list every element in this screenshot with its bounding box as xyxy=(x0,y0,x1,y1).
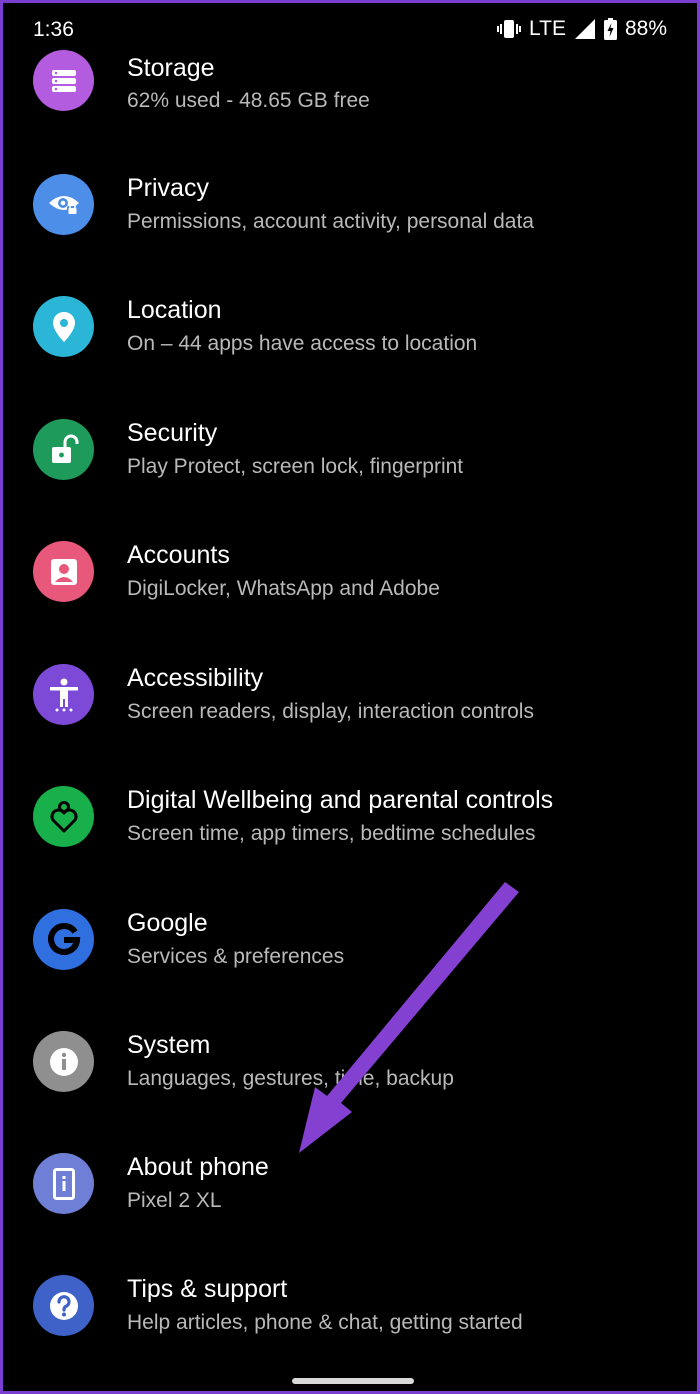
item-subtitle: Screen readers, display, interaction con… xyxy=(127,700,534,723)
wellbeing-icon xyxy=(33,786,94,847)
settings-item-accessibility[interactable]: Accessibility Screen readers, display, i… xyxy=(3,664,697,764)
gesture-nav-handle[interactable] xyxy=(292,1378,414,1384)
settings-item-about-phone[interactable]: About phone Pixel 2 XL xyxy=(3,1153,697,1253)
vibrate-icon xyxy=(497,18,521,40)
settings-item-security[interactable]: Security Play Protect, screen lock, fing… xyxy=(3,419,697,519)
item-title: Digital Wellbeing and parental controls xyxy=(127,786,554,814)
item-subtitle: DigiLocker, WhatsApp and Adobe xyxy=(127,577,440,600)
status-bar: 1:36 LTE 88% xyxy=(3,3,697,55)
settings-item-storage[interactable]: Storage 62% used - 48.65 GB free xyxy=(3,50,697,150)
item-subtitle: Languages, gestures, time, backup xyxy=(127,1067,454,1090)
item-title: About phone xyxy=(127,1153,269,1181)
settings-item-location[interactable]: Location On – 44 apps have access to loc… xyxy=(3,296,697,396)
settings-item-google[interactable]: Google Services & preferences xyxy=(3,909,697,1009)
network-type: LTE xyxy=(529,17,566,40)
battery-percent: 88% xyxy=(624,17,667,40)
accessibility-icon xyxy=(33,664,94,725)
item-subtitle: Screen time, app timers, bedtime schedul… xyxy=(127,822,536,845)
item-title: Google xyxy=(127,909,208,937)
eye-lock-icon xyxy=(33,174,94,235)
help-icon xyxy=(33,1275,94,1336)
battery-icon xyxy=(603,18,617,40)
phone-icon xyxy=(33,1153,94,1214)
item-subtitle: 62% used - 48.65 GB free xyxy=(127,89,370,112)
item-subtitle: Help articles, phone & chat, getting sta… xyxy=(127,1311,523,1334)
settings-item-accounts[interactable]: Accounts DigiLocker, WhatsApp and Adobe xyxy=(3,541,697,641)
settings-item-tips-support[interactable]: Tips & support Help articles, phone & ch… xyxy=(3,1275,697,1375)
location-pin-icon xyxy=(33,296,94,357)
item-title: Accounts xyxy=(127,541,230,569)
account-icon xyxy=(33,541,94,602)
item-title: Storage xyxy=(127,54,215,82)
item-subtitle: On – 44 apps have access to location xyxy=(127,332,478,355)
settings-item-privacy[interactable]: Privacy Permissions, account activity, p… xyxy=(3,174,697,274)
status-icons: LTE 88% xyxy=(497,17,667,41)
item-subtitle: Pixel 2 XL xyxy=(127,1189,222,1212)
item-title: Security xyxy=(127,419,218,447)
info-icon xyxy=(33,1031,94,1092)
item-title: Tips & support xyxy=(127,1275,288,1303)
status-time: 1:36 xyxy=(33,18,74,41)
settings-item-digital-wellbeing[interactable]: Digital Wellbeing and parental controls … xyxy=(3,786,697,886)
google-icon xyxy=(33,909,94,970)
item-title: Location xyxy=(127,296,222,324)
signal-icon xyxy=(574,18,596,40)
settings-screen: 1:36 LTE 88% Storage 62% used - 48.65 GB… xyxy=(0,0,700,1394)
item-title: Privacy xyxy=(127,174,209,202)
item-subtitle: Permissions, account activity, personal … xyxy=(127,210,534,233)
unlock-icon xyxy=(33,419,94,480)
item-title: System xyxy=(127,1031,211,1059)
storage-icon xyxy=(33,50,94,111)
item-subtitle: Play Protect, screen lock, fingerprint xyxy=(127,455,464,478)
item-subtitle: Services & preferences xyxy=(127,945,345,968)
item-title: Accessibility xyxy=(127,664,264,692)
settings-item-system[interactable]: System Languages, gestures, time, backup xyxy=(3,1031,697,1131)
